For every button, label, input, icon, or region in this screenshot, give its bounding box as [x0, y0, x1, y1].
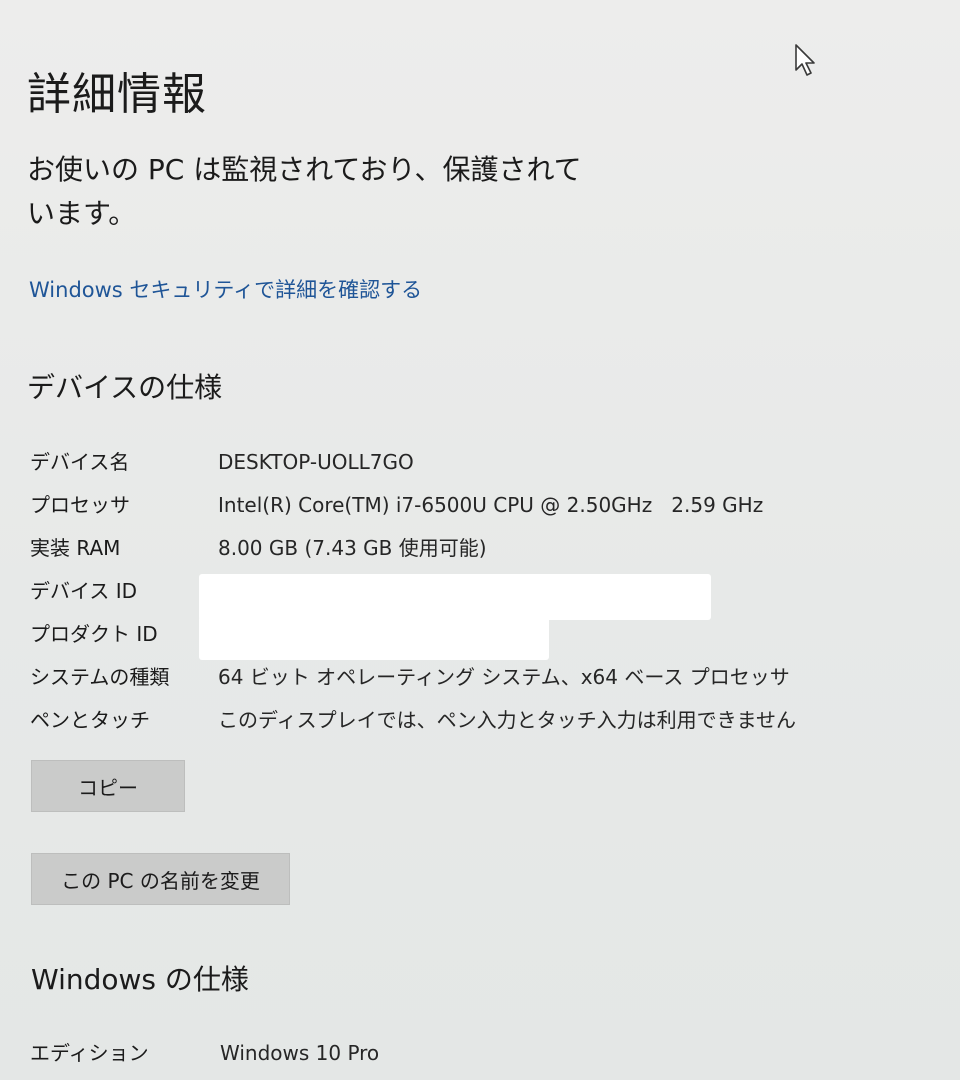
system-type-value: 64 ビット オペレーティング システム、x64 ベース プロセッサ [218, 665, 790, 689]
spec-label: システムの種類 [30, 665, 170, 689]
ram-value: 8.00 GB (7.43 GB 使用可能) [218, 536, 487, 560]
redaction-product-id [199, 616, 549, 660]
windows-specs-heading: Windows の仕様 [31, 963, 249, 996]
processor-value: Intel(R) Core(TM) i7-6500U CPU @ 2.50GHz… [218, 493, 764, 517]
spec-row-pen-touch: ペンとタッチ このディスプレイでは、ペン入力とタッチ入力は利用できません [30, 699, 930, 742]
spec-row-system-type: システムの種類 64 ビット オペレーティング システム、x64 ベース プロセ… [30, 656, 930, 699]
spec-label: デバイス ID [30, 579, 138, 603]
edition-value: Windows 10 Pro [220, 1041, 380, 1065]
spec-label: プロセッサ [30, 493, 130, 517]
spec-row-processor: プロセッサ Intel(R) Core(TM) i7-6500U CPU @ 2… [30, 484, 930, 527]
windows-security-link[interactable]: Windows セキュリティで詳細を確認する [29, 274, 422, 304]
rename-pc-button[interactable]: この PC の名前を変更 [31, 853, 290, 905]
spec-label: ペンとタッチ [30, 708, 150, 732]
pen-touch-value: このディスプレイでは、ペン入力とタッチ入力は利用できません [218, 708, 796, 732]
device-name-value: DESKTOP-UOLL7GO [218, 450, 414, 474]
spec-label: エディション [30, 1041, 149, 1065]
spec-row-device-name: デバイス名 DESKTOP-UOLL7GO [30, 441, 930, 484]
redaction-device-id [199, 574, 711, 620]
spec-label: デバイス名 [30, 450, 130, 474]
mouse-pointer-icon [795, 44, 819, 82]
spec-row-edition: エディション Windows 10 Pro [30, 1032, 930, 1075]
windows-specs-list: エディション Windows 10 Pro [30, 1032, 930, 1075]
device-specs-heading: デバイスの仕様 [27, 371, 223, 404]
protection-status-message: お使いの PC は監視されており、保護されています。 [27, 153, 582, 230]
copy-button[interactable]: コピー [31, 760, 185, 812]
spec-row-ram: 実装 RAM 8.00 GB (7.43 GB 使用可能) [30, 527, 930, 570]
settings-about-page: 詳細情報 お使いの PC は監視されており、保護されています。 Windows … [0, 0, 960, 1080]
page-title: 詳細情報 [27, 69, 207, 120]
spec-label: 実装 RAM [30, 536, 121, 560]
spec-label: プロダクト ID [30, 622, 158, 646]
